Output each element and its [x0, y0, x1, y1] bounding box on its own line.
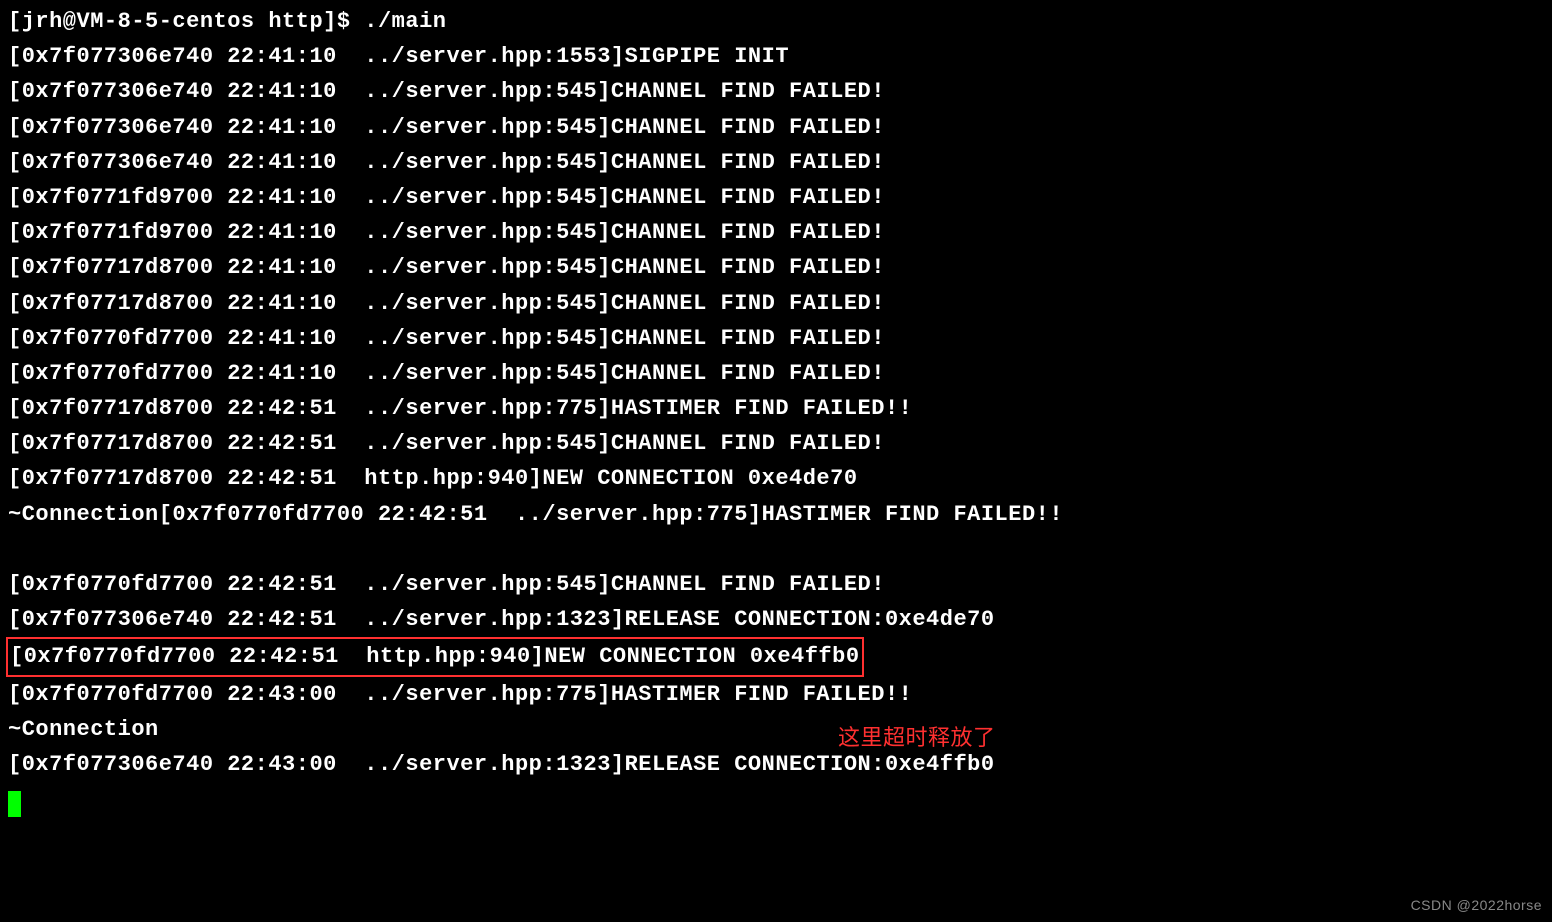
log-line: ~Connection[0x7f0770fd7700 22:42:51 ../s… — [8, 497, 1544, 532]
log-line: [0x7f07717d8700 22:41:10 ../server.hpp:5… — [8, 286, 1544, 321]
highlighted-log-line: [0x7f0770fd7700 22:42:51 http.hpp:940]NE… — [8, 637, 1544, 676]
log-line: [0x7f0771fd9700 22:41:10 ../server.hpp:5… — [8, 215, 1544, 250]
terminal-prompt-line: [jrh@VM-8-5-centos http]$ ./main — [8, 4, 1544, 39]
log-line: [0x7f07717d8700 22:42:51 ../server.hpp:7… — [8, 391, 1544, 426]
highlighted-span: [0x7f0770fd7700 22:42:51 http.hpp:940]NE… — [6, 637, 864, 676]
annotation-text: 这里超时释放了 — [838, 720, 996, 755]
log-line — [8, 532, 1544, 567]
log-line: [0x7f0770fd7700 22:41:10 ../server.hpp:5… — [8, 356, 1544, 391]
log-line: ~Connection — [8, 712, 1544, 747]
log-line: [0x7f077306e740 22:41:10 ../server.hpp:1… — [8, 39, 1544, 74]
log-line: [0x7f077306e740 22:41:10 ../server.hpp:5… — [8, 110, 1544, 145]
log-line: [0x7f07717d8700 22:42:51 http.hpp:940]NE… — [8, 461, 1544, 496]
log-line: [0x7f0770fd7700 22:41:10 ../server.hpp:5… — [8, 321, 1544, 356]
log-line: [0x7f077306e740 22:41:10 ../server.hpp:5… — [8, 145, 1544, 180]
terminal-output-after: [0x7f0770fd7700 22:43:00 ../server.hpp:7… — [8, 677, 1544, 783]
log-line: [0x7f077306e740 22:43:00 ../server.hpp:1… — [8, 747, 1544, 782]
log-line: [0x7f0770fd7700 22:43:00 ../server.hpp:7… — [8, 677, 1544, 712]
log-line: [0x7f0771fd9700 22:41:10 ../server.hpp:5… — [8, 180, 1544, 215]
log-line: [0x7f077306e740 22:41:10 ../server.hpp:5… — [8, 74, 1544, 109]
log-line: [0x7f07717d8700 22:42:51 ../server.hpp:5… — [8, 426, 1544, 461]
log-line: [0x7f07717d8700 22:41:10 ../server.hpp:5… — [8, 250, 1544, 285]
cursor-line — [8, 782, 1544, 817]
log-line: [0x7f0770fd7700 22:42:51 ../server.hpp:5… — [8, 567, 1544, 602]
terminal-output: [0x7f077306e740 22:41:10 ../server.hpp:1… — [8, 39, 1544, 637]
log-line: [0x7f077306e740 22:42:51 ../server.hpp:1… — [8, 602, 1544, 637]
terminal-cursor — [8, 791, 21, 817]
watermark: CSDN @2022horse — [1411, 894, 1542, 916]
